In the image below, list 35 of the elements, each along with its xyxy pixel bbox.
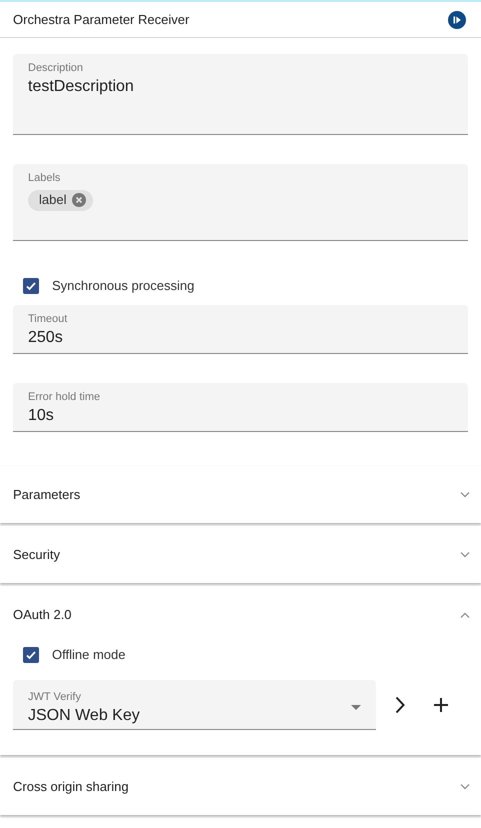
checkmark-icon: [25, 649, 37, 661]
label-chip[interactable]: label: [28, 190, 94, 210]
checkmark-icon: [25, 280, 37, 292]
checkbox-label: Synchronous processing: [52, 277, 194, 296]
chevron-down-icon[interactable]: [460, 784, 470, 790]
chevron-right-icon[interactable]: [395, 696, 405, 714]
field-value: 250s: [28, 328, 64, 348]
description-field[interactable]: Description testDescription: [13, 54, 468, 135]
field-value: JSON Web Key: [28, 706, 140, 726]
text-field[interactable]: Timeout 250s: [13, 305, 468, 354]
chevron-up-icon[interactable]: [460, 612, 470, 618]
panel-header[interactable]: Parameters: [0, 466, 481, 523]
field-label: Description: [28, 61, 84, 76]
panel-header[interactable]: OAuth 2.0: [0, 586, 481, 643]
add-icon[interactable]: [434, 698, 448, 712]
field-label: Timeout: [28, 312, 68, 327]
field-label: Labels: [28, 171, 62, 186]
field-label: JWT Verify: [28, 690, 82, 706]
chevron-down-icon[interactable]: [460, 492, 470, 498]
dropdown-icon: [351, 705, 361, 710]
field-value: testDescription: [28, 76, 135, 96]
text-field[interactable]: Error hold time 10s: [13, 383, 468, 432]
select-field[interactable]: JWT Verify JSON Web Key: [13, 680, 376, 730]
play-icon[interactable]: [448, 10, 466, 28]
remove-icon[interactable]: [72, 193, 86, 207]
field-value: 10s: [28, 406, 55, 426]
checkbox[interactable]: [23, 647, 39, 663]
checkbox-label: Offline mode: [52, 646, 126, 664]
panel-header[interactable]: Cross origin sharing: [0, 758, 481, 815]
chevron-down-icon[interactable]: [460, 552, 470, 558]
labels-field[interactable]: Labels label: [13, 164, 468, 241]
window-title: Orchestra Parameter Receiver: [13, 10, 190, 29]
checkbox[interactable]: [23, 278, 39, 294]
panel-header[interactable]: Security: [0, 526, 481, 583]
field-label: Error hold time: [28, 390, 102, 405]
